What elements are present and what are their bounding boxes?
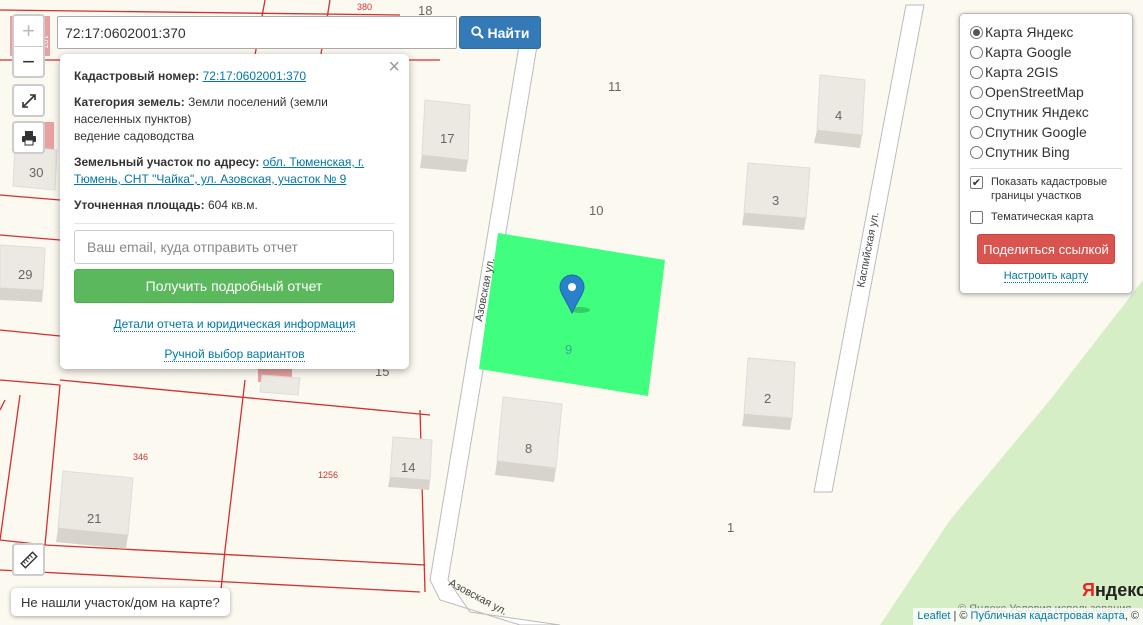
area-label: Уточненная площадь: [74,198,205,212]
green-area [880,280,1143,625]
lot-label: 17 [440,131,454,146]
cadastral-number-label: Кадастровый номер: [74,69,200,83]
yandex-logo: Яндекс [1082,580,1143,601]
radio-icon[interactable] [970,25,983,39]
ruler-icon [19,550,38,569]
land-category-label: Категория земель: [74,95,185,109]
radio-icon[interactable] [970,65,983,79]
print-button[interactable] [12,121,45,154]
close-icon[interactable]: × [388,57,400,77]
lot-label: 11 [608,79,622,94]
lot-label: 21 [87,511,101,526]
lot-label: 346 [133,452,148,462]
show-cadastral-toggle[interactable]: ✔ Показать кадастровые границы участков [970,175,1122,203]
thematic-map-toggle[interactable]: Тематическая карта [970,210,1122,224]
attribution-suffix: , © [1124,610,1139,622]
area-value: 604 кв.м. [207,198,258,212]
yandex-logo-y: Я [1082,580,1095,600]
not-found-button[interactable]: Не нашли участок/дом на карте? [11,588,230,616]
email-field[interactable]: Ваш email, куда отправить отчет [74,230,394,264]
configure-link-row: Настроить карту [970,270,1122,283]
lot-label: 1256 [318,470,338,480]
layer-option-label: Спутник Яндекс [985,104,1089,120]
layer-option-bing-satellite[interactable]: Спутник Bing [970,142,1122,162]
zoom-out-button[interactable]: − [14,46,43,76]
zoom-in-button[interactable]: + [14,16,43,46]
yandex-logo-rest: ндекс [1094,580,1143,600]
address-row: Земельный участок по адресу: обл. Тюменс… [74,154,395,188]
details-link-row: Детали отчета и юридическая информация [74,316,395,333]
layer-option-label: OpenStreetMap [985,84,1084,100]
cadastral-number-row: Кадастровый номер: 72:17:0602001:370 [74,68,395,85]
parcel-info-popup: × Кадастровый номер: 72:17:0602001:370 К… [60,54,409,369]
lot-label: 8 [525,441,532,456]
search-input[interactable] [57,16,457,49]
layer-option-label: Карта Google [985,44,1072,60]
manual-selection-link[interactable]: Ручной выбор вариантов [164,347,305,362]
layer-option-yandex-satellite[interactable]: Спутник Яндекс [970,102,1122,122]
share-link-button[interactable]: Поделиться ссылкой [977,234,1115,264]
radio-icon[interactable] [970,145,983,159]
search-icon [470,26,484,39]
radio-icon[interactable] [970,125,983,139]
leaflet-link[interactable]: Leaflet [917,610,950,622]
cadastral-source-link[interactable]: Публичная кадастровая карта [971,610,1125,622]
lot-label: 1 [727,520,734,535]
land-category-value-2: ведение садоводства [74,129,195,143]
expand-icon [21,93,36,108]
layer-option-osm[interactable]: OpenStreetMap [970,82,1122,102]
cadastral-number-link[interactable]: 72:17:0602001:370 [203,69,306,83]
search-button[interactable]: Найти [459,16,541,49]
layer-option-label: Спутник Google [985,124,1087,140]
layer-option-google-satellite[interactable]: Спутник Google [970,122,1122,142]
divider [74,223,395,224]
manual-link-row: Ручной выбор вариантов [74,346,395,363]
configure-map-link[interactable]: Настроить карту [1003,270,1089,283]
search-button-label: Найти [487,24,530,41]
lot-label: 30 [29,165,43,180]
lot-label: 10 [589,203,603,218]
show-cadastral-label: Показать кадастровые границы участков [991,176,1108,202]
lot-label: 3 [772,193,779,208]
address-label: Земельный участок по адресу: [74,155,260,169]
fullscreen-button[interactable] [12,84,45,117]
lot-label: 4 [835,108,842,123]
measure-button[interactable] [12,543,45,576]
checkbox-icon[interactable] [970,211,983,224]
layer-option-label: Спутник Bing [985,144,1070,160]
land-category-row: Категория земель: Земли поселений (земли… [74,94,395,145]
thematic-map-label: Тематическая карта [991,211,1094,223]
checkbox-checked-icon[interactable]: ✔ [970,176,983,189]
attribution-separator: | © [950,610,971,622]
radio-icon[interactable] [970,45,983,59]
get-report-button[interactable]: Получить подробный отчет [74,269,394,303]
area-row: Уточненная площадь: 604 кв.м. [74,197,395,214]
layer-option-label: Карта Яндекс [985,24,1074,40]
lot-label: 29 [18,267,32,282]
printer-icon [21,130,36,145]
map-attribution: Leaflet | © Публичная кадастровая карта,… [913,608,1143,625]
radio-icon[interactable] [970,85,983,99]
layer-option-google-map[interactable]: Карта Google [970,42,1122,62]
report-details-link[interactable]: Детали отчета и юридическая информация [113,317,356,332]
lot-label: 14 [401,460,415,475]
radio-icon[interactable] [970,105,983,119]
lot-label: 380 [357,2,372,12]
layer-switcher-panel: Карта Яндекс Карта Google Карта 2GIS Ope… [959,13,1133,294]
layer-option-yandex-map[interactable]: Карта Яндекс [970,22,1122,42]
selected-parcel[interactable] [479,233,665,396]
lot-label: 2 [764,391,771,406]
zoom-control: + − [12,14,45,78]
lot-label: 9 [565,342,572,357]
layer-option-2gis-map[interactable]: Карта 2GIS [970,62,1122,82]
layer-option-label: Карта 2GIS [985,64,1059,80]
divider [970,168,1122,169]
